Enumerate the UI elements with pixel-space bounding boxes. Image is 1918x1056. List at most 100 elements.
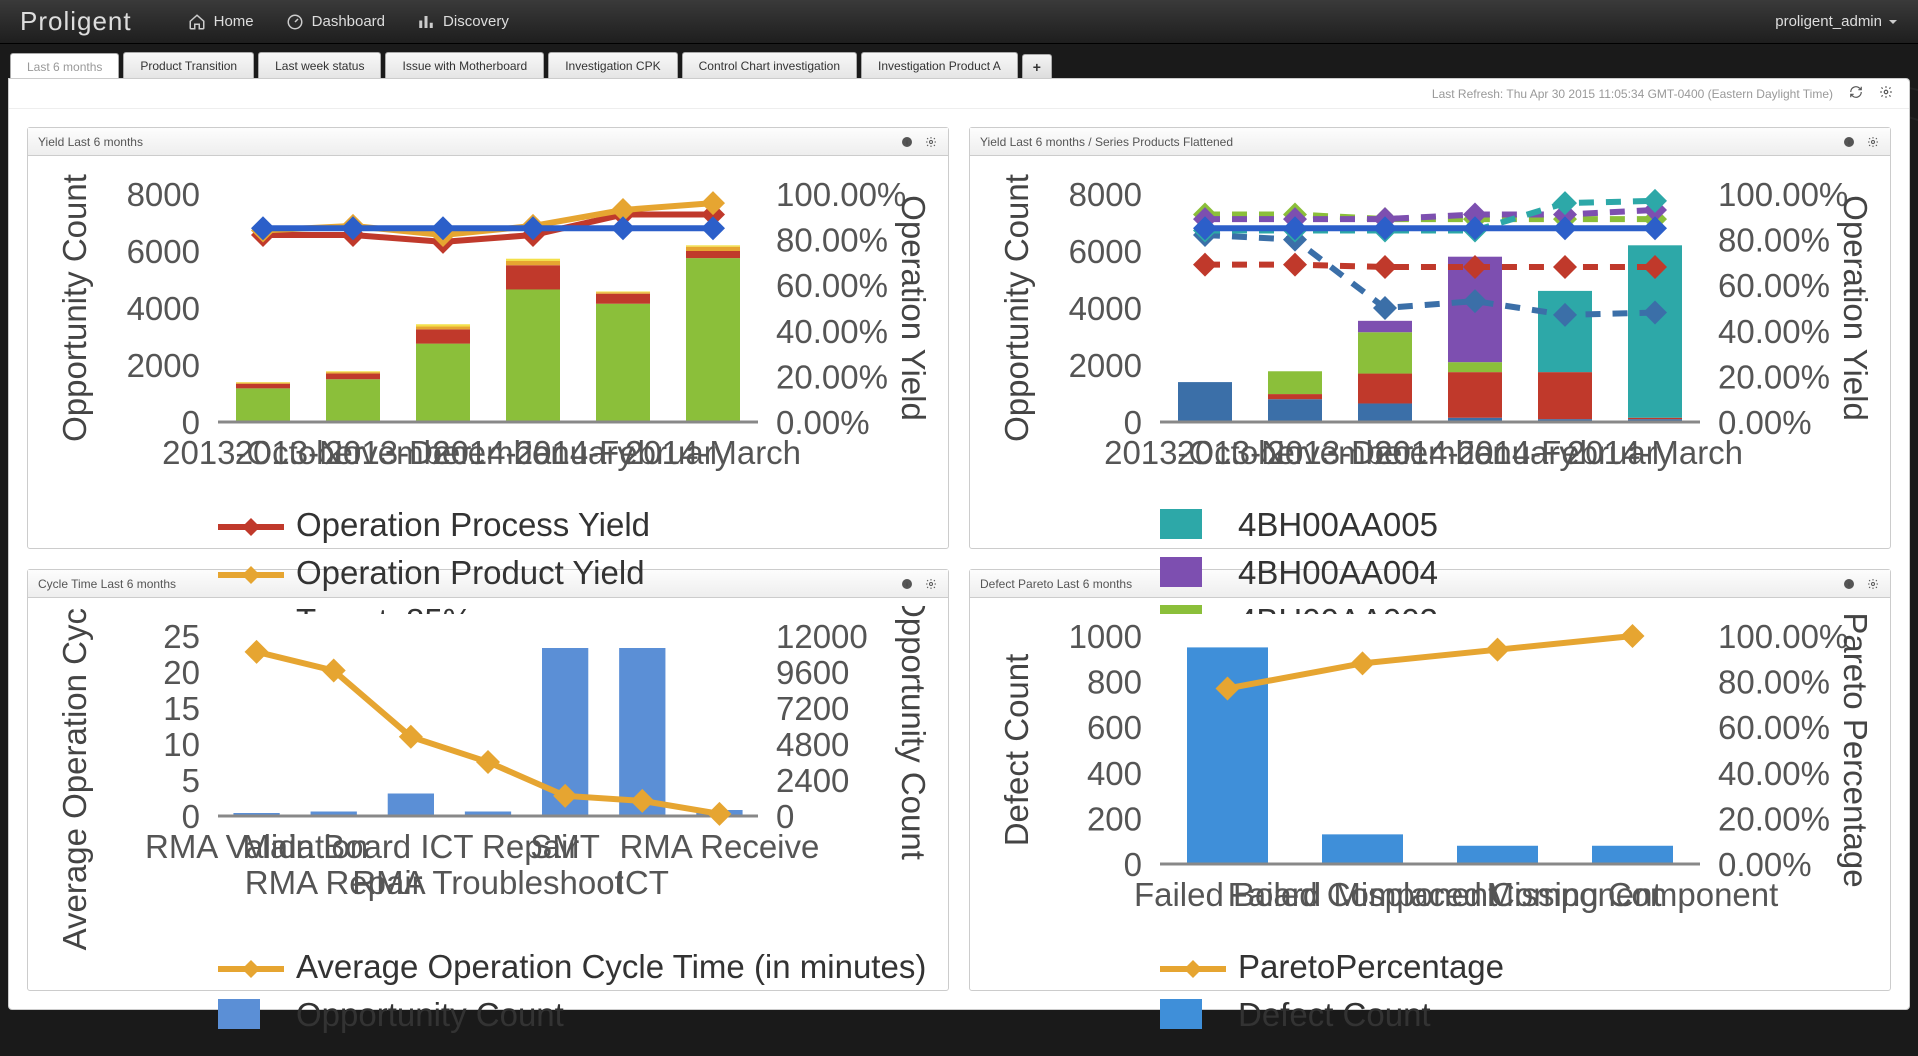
svg-text:8000: 8000	[127, 176, 200, 213]
svg-text:20.00%: 20.00%	[776, 358, 888, 395]
svg-text:60.00%: 60.00%	[1718, 709, 1830, 746]
chart-yield-6m: 020004000600080000.00%20.00%40.00%60.00%…	[38, 164, 938, 614]
svg-text:Average Operation Cycle Time: Average Operation Cycle Time	[56, 606, 93, 950]
refresh-icon[interactable]	[1849, 85, 1863, 102]
svg-text:Defect Count: Defect Count	[1238, 996, 1431, 1033]
chart-pareto: 020040060080010000.00%20.00%40.00%60.00%…	[980, 606, 1880, 1056]
svg-text:8000: 8000	[1069, 176, 1142, 213]
svg-text:Pareto Percentage: Pareto Percentage	[1837, 612, 1874, 887]
svg-text:12000: 12000	[776, 618, 868, 655]
svg-text:100.00%: 100.00%	[1718, 618, 1848, 655]
user-menu[interactable]: proligent_admin	[1775, 13, 1898, 30]
svg-text:7200: 7200	[776, 690, 849, 727]
svg-text:40.00%: 40.00%	[1718, 313, 1830, 350]
svg-text:Average Operation Cycle Time (: Average Operation Cycle Time (in minutes…	[296, 948, 926, 985]
svg-text:40.00%: 40.00%	[776, 313, 888, 350]
main-panel: Last Refresh: Thu Apr 30 2015 11:05:34 G…	[8, 78, 1910, 1010]
nav-discovery[interactable]: Discovery	[401, 0, 525, 43]
tab-product-transition[interactable]: Product Transition	[123, 52, 254, 78]
svg-text:Opportunity Count: Opportunity Count	[56, 174, 93, 442]
user-name: proligent_admin	[1775, 13, 1882, 30]
tab-last-6-months[interactable]: Last 6 months	[10, 53, 119, 79]
svg-text:4000: 4000	[1069, 290, 1142, 327]
svg-text:Missing Component: Missing Component	[1487, 876, 1779, 913]
panel-title: Yield Last 6 months / Series Products Fl…	[980, 135, 1233, 149]
gear-icon[interactable]	[924, 135, 938, 149]
svg-text:Opportunity Count: Opportunity Count	[895, 606, 932, 860]
svg-text:Opportunity Count: Opportunity Count	[998, 174, 1035, 442]
svg-text:80.00%: 80.00%	[776, 222, 888, 259]
tab-issue-motherboard[interactable]: Issue with Motherboard	[385, 52, 544, 78]
panel-title: Yield Last 6 months	[38, 135, 143, 149]
svg-text:SMT: SMT	[530, 828, 600, 865]
panel-yield-6m: Yield Last 6 months i 020004000600080000…	[27, 127, 949, 549]
tab-investigation-product-a[interactable]: Investigation Product A	[861, 52, 1018, 78]
svg-text:80.00%: 80.00%	[1718, 664, 1830, 701]
svg-text:800: 800	[1087, 664, 1142, 701]
svg-text:2400: 2400	[776, 762, 849, 799]
svg-text:80.00%: 80.00%	[1718, 222, 1830, 259]
svg-text:4BH00AA004: 4BH00AA004	[1238, 554, 1438, 591]
svg-text:Main Board ICT Repair: Main Board ICT Repair	[242, 828, 579, 865]
svg-text:Operation Yield: Operation Yield	[895, 195, 932, 421]
svg-text:2014-March: 2014-March	[1567, 434, 1743, 471]
svg-text:9600: 9600	[776, 654, 849, 691]
refresh-bar: Last Refresh: Thu Apr 30 2015 11:05:34 G…	[9, 79, 1909, 109]
svg-text:6000: 6000	[1069, 233, 1142, 270]
svg-text:Defect Count: Defect Count	[998, 654, 1035, 847]
svg-text:ICT: ICT	[616, 864, 669, 901]
nav-home-label: Home	[214, 13, 254, 30]
nav-dashboard-label: Dashboard	[312, 13, 385, 30]
svg-text:Operation Yield: Operation Yield	[1837, 195, 1874, 421]
gauge-icon	[286, 13, 304, 31]
top-nav: Proligent Home Dashboard Discovery proli…	[0, 0, 1918, 44]
chart-yield-6m-series: 020004000600080000.00%20.00%40.00%60.00%…	[980, 164, 1880, 614]
svg-text:100.00%: 100.00%	[776, 176, 906, 213]
svg-text:60.00%: 60.00%	[1718, 267, 1830, 304]
panel-pareto: Defect Pareto Last 6 months i 0200400600…	[969, 569, 1891, 991]
panel-cycle-time: Cycle Time Last 6 months i 0510152025024…	[27, 569, 949, 991]
svg-text:ParetoPercentage: ParetoPercentage	[1238, 948, 1504, 985]
svg-text:15: 15	[163, 690, 200, 727]
chart-cycle-time: 05101520250240048007200960012000RMA Vali…	[38, 606, 938, 1056]
svg-text:25: 25	[163, 618, 200, 655]
info-icon[interactable]: i	[1842, 135, 1856, 149]
nav-home[interactable]: Home	[172, 0, 270, 43]
info-icon[interactable]: i	[900, 135, 914, 149]
gear-icon[interactable]	[1866, 135, 1880, 149]
svg-text:1000: 1000	[1069, 618, 1142, 655]
svg-text:100.00%: 100.00%	[1718, 176, 1848, 213]
svg-text:6000: 6000	[127, 233, 200, 270]
svg-text:4000: 4000	[127, 290, 200, 327]
svg-text:4BH00AA005: 4BH00AA005	[1238, 506, 1438, 543]
svg-text:400: 400	[1087, 755, 1142, 792]
svg-text:RMA Receive: RMA Receive	[619, 828, 819, 865]
svg-text:Operation Product Yield: Operation Product Yield	[296, 554, 645, 591]
svg-text:5: 5	[182, 762, 200, 799]
chevron-down-icon	[1888, 17, 1898, 27]
svg-text:2000: 2000	[127, 347, 200, 384]
svg-text:600: 600	[1087, 709, 1142, 746]
svg-text:2000: 2000	[1069, 347, 1142, 384]
svg-text:40.00%: 40.00%	[1718, 755, 1830, 792]
svg-text:4800: 4800	[776, 726, 849, 763]
svg-text:20.00%: 20.00%	[1718, 800, 1830, 837]
gear-icon[interactable]	[1879, 85, 1893, 102]
svg-text:60.00%: 60.00%	[776, 267, 888, 304]
tab-control-chart[interactable]: Control Chart investigation	[682, 52, 857, 78]
last-refresh-label: Last Refresh: Thu Apr 30 2015 11:05:34 G…	[1432, 87, 1833, 101]
svg-text:RMA Troubleshoot: RMA Troubleshoot	[352, 864, 623, 901]
bars-icon	[417, 13, 435, 31]
brand-logo: Proligent	[20, 6, 132, 37]
nav-discovery-label: Discovery	[443, 13, 509, 30]
tab-investigation-cpk[interactable]: Investigation CPK	[548, 52, 677, 78]
panel-yield-6m-series: Yield Last 6 months / Series Products Fl…	[969, 127, 1891, 549]
svg-text:200: 200	[1087, 800, 1142, 837]
tab-add[interactable]: +	[1022, 54, 1052, 78]
svg-text:20.00%: 20.00%	[1718, 358, 1830, 395]
nav-dashboard[interactable]: Dashboard	[270, 0, 401, 43]
tab-last-week-status[interactable]: Last week status	[258, 52, 381, 78]
svg-text:Opportunity Count: Opportunity Count	[296, 996, 564, 1033]
home-icon	[188, 13, 206, 31]
svg-text:2014-March: 2014-March	[625, 434, 801, 471]
